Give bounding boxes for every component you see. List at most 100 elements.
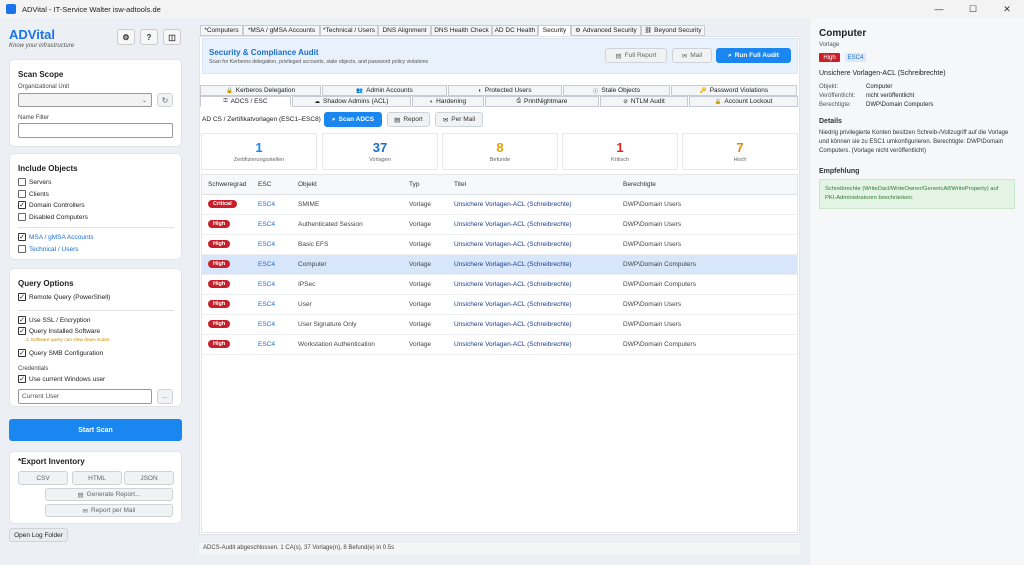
mail-icon: ✉: [442, 116, 449, 124]
tab-dns-health-check[interactable]: DNS Health Check: [431, 25, 492, 36]
gear-icon[interactable]: ⚙: [117, 29, 135, 45]
query-smb-configuration-checkbox[interactable]: ✓ Query SMB Configuration: [18, 349, 103, 357]
tab-msa-gmsa-accounts[interactable]: *MSA / gMSA Accounts: [243, 25, 320, 36]
stat-caption: Vorlagen: [369, 157, 391, 163]
refresh-icon[interactable]: ↻: [157, 93, 173, 107]
adcs-heading: AD CS / Zertifikatvorlagen (ESC1–ESC8): [202, 116, 321, 123]
hardening-label: Hardening: [436, 98, 467, 105]
table-row[interactable]: High ESC4 User Signature Only Vorlage Unsich…: [202, 314, 797, 335]
tab-hardening[interactable]: ◐ Hardening: [412, 96, 484, 107]
cell-text: Vorlage: [409, 320, 432, 328]
table-row[interactable]: High ESC4 Basic EFS Vorlage Unsichere Vorlag…: [202, 234, 797, 255]
full-report-button[interactable]: ▤ Full Report: [605, 48, 667, 63]
html-button[interactable]: HTML: [72, 471, 122, 485]
table-row[interactable]: High ESC4 Authenticated Session Vorlage Unsi…: [202, 214, 797, 235]
tab-printnightmare[interactable]: ⎙ PrintNightmare: [485, 96, 599, 107]
table-cell: Unsichere Vorlagen-ACL (Schreibrechte): [448, 274, 617, 295]
column-header-objekt[interactable]: Objekt: [292, 175, 403, 195]
disabled-computers-checkbox[interactable]: Disabled Computers: [18, 213, 88, 221]
tab-dns-alignment[interactable]: DNS Alignment: [378, 25, 431, 36]
table-cell: ESC4: [252, 234, 292, 255]
tab-kerberos-delegation[interactable]: 🔒 Kerberos Delegation: [200, 85, 321, 96]
use-current-user-checkbox[interactable]: ✓ Use current Windows user: [18, 375, 105, 383]
ntlm-audit-label: NTLM Audit: [630, 98, 665, 105]
kerberos-delegation-label: Kerberos Delegation: [235, 87, 296, 94]
tab-shadow-admins-acl[interactable]: ☁ Shadow Admins (ACL): [292, 96, 411, 107]
current-user-input[interactable]: Current User: [18, 389, 152, 404]
stat-caption: Hoch: [733, 157, 747, 163]
tab-account-lockout[interactable]: 🔒 Account Lockout: [689, 96, 798, 107]
help-icon[interactable]: ?: [140, 29, 158, 45]
start-scan-button[interactable]: Start Scan: [9, 419, 182, 441]
tab-technical-users[interactable]: *Technical / Users: [320, 25, 378, 36]
export-card: *Export Inventory CSV HTML JSON ▤ Generat…: [9, 451, 182, 524]
brand-tagline: Know your infrastructure: [9, 43, 75, 49]
report-button[interactable]: ▤ Report: [387, 112, 430, 127]
mail-button[interactable]: ✉ Mail: [672, 48, 712, 63]
query-installed-software-checkbox[interactable]: ✓ Query Installed Software: [18, 327, 100, 335]
tab-password-violations[interactable]: 🔑 Password Violations: [671, 85, 797, 96]
include-objects-card: Include Objects Servers Clients ✓ Domain Co…: [9, 153, 182, 260]
browse-button[interactable]: ...: [157, 389, 173, 404]
details-title: Details: [819, 118, 842, 125]
run-full-audit-button[interactable]: ⌕ Run Full Audit: [716, 48, 791, 63]
maximize-icon[interactable]: ☐: [956, 0, 990, 18]
use-ssl-encryption-checkbox[interactable]: ✓ Use SSL / Encryption: [18, 316, 91, 324]
tab-admin-accounts[interactable]: 👥 Admin Accounts: [322, 85, 447, 96]
findings-table-container: Schweregrad ESC Objekt Typ Titel Berechtigte …: [201, 174, 798, 533]
table-cell: ESC4: [252, 194, 292, 215]
info-icon: ⓘ: [592, 88, 599, 95]
query-smb-configuration-label: Query SMB Configuration: [29, 349, 104, 357]
report-mail-button[interactable]: ✉ Report per Mail: [45, 504, 173, 517]
tab-computers[interactable]: *Computers: [200, 25, 243, 36]
scan-adcs-button[interactable]: ⌕ Scan ADCS: [324, 112, 382, 127]
technical-users-checkbox[interactable]: Technical / Users: [18, 245, 79, 253]
certificate-icon: ⚿: [223, 98, 228, 104]
column-header-typ[interactable]: Typ: [403, 175, 448, 195]
per-mail-button[interactable]: ✉ Per Mail: [435, 112, 483, 127]
tab-stale-objects[interactable]: ⓘ Stale Objects: [563, 85, 670, 96]
stat-card: 1 Kritisch: [562, 133, 678, 170]
table-row[interactable]: Critical ESC4 SMIME Vorlage Unsichere Vorlag…: [202, 194, 797, 215]
table-row[interactable]: High ESC4 IPSec Vorlage Unsichere Vorlagen-A…: [202, 274, 797, 295]
close-icon[interactable]: ✕: [990, 0, 1024, 18]
ou-select[interactable]: ⌄: [18, 93, 152, 107]
csv-button[interactable]: CSV: [18, 471, 68, 485]
dns-alignment-tab-label: DNS Alignment: [382, 27, 427, 34]
column-header-titel[interactable]: Titel: [448, 175, 617, 195]
clients-checkbox[interactable]: Clients: [18, 190, 49, 198]
open-log-folder-button[interactable]: Open Log Folder: [9, 528, 68, 542]
cell-text: DWP\Domain Computers: [623, 340, 696, 348]
servers-checkbox[interactable]: Servers: [18, 178, 51, 186]
tab-beyond-security[interactable]: ⛓ Beyond Security: [641, 25, 705, 36]
severity-badge: High: [819, 53, 840, 62]
tab-protected-users[interactable]: ◐ Protected Users: [448, 85, 562, 96]
tab-advanced-security[interactable]: ⚙ Advanced Security: [571, 25, 641, 36]
tab-security[interactable]: Security: [538, 25, 571, 36]
column-header-berechtigte[interactable]: Berechtigte: [617, 175, 797, 195]
panel-icon[interactable]: ◫: [163, 29, 181, 45]
stat-caption: Zertifizierungsstellen: [233, 157, 285, 163]
column-header-esc[interactable]: ESC: [252, 175, 292, 195]
table-row[interactable]: High ESC4 Computer Vorlage Unsichere Vorlage…: [202, 254, 797, 275]
tab-ad-dc-health[interactable]: AD DC Health: [492, 25, 538, 36]
cell-text: ESC4: [258, 280, 275, 288]
table-row[interactable]: High ESC4 Workstation Authentication Vorlag…: [202, 334, 797, 355]
remote-query-powershell-checkbox[interactable]: ✓ Remote Query (PowerShell): [18, 293, 110, 301]
msa-gmsa-accounts-checkbox[interactable]: ✓ MSA / gMSA Accounts: [18, 233, 94, 241]
column-header-schweregrad[interactable]: Schweregrad: [202, 175, 252, 195]
table-row[interactable]: High ESC4 User Vorlage Unsichere Vorlagen-AC…: [202, 294, 797, 315]
table-cell: High: [202, 254, 252, 275]
generate-report-button[interactable]: ▤ Generate Report...: [45, 488, 173, 501]
domain-controllers-checkbox[interactable]: ✓ Domain Controllers: [18, 201, 85, 209]
name-filter-input[interactable]: [18, 123, 173, 138]
tab-ntlm-audit[interactable]: ⊘ NTLM Audit: [600, 96, 688, 107]
cell-text: ESC4: [258, 340, 275, 348]
json-button[interactable]: JSON: [124, 471, 174, 485]
table-cell: Unsichere Vorlagen-ACL (Schreibrechte): [448, 254, 617, 275]
minimize-icon[interactable]: —: [922, 0, 956, 18]
checkbox-icon: ✓: [18, 349, 26, 357]
tab-adcs-esc[interactable]: ⚿ ADCS / ESC: [200, 96, 291, 107]
principal-value: DWP\Domain Computers: [866, 102, 934, 108]
stat-value: 1: [616, 140, 624, 155]
